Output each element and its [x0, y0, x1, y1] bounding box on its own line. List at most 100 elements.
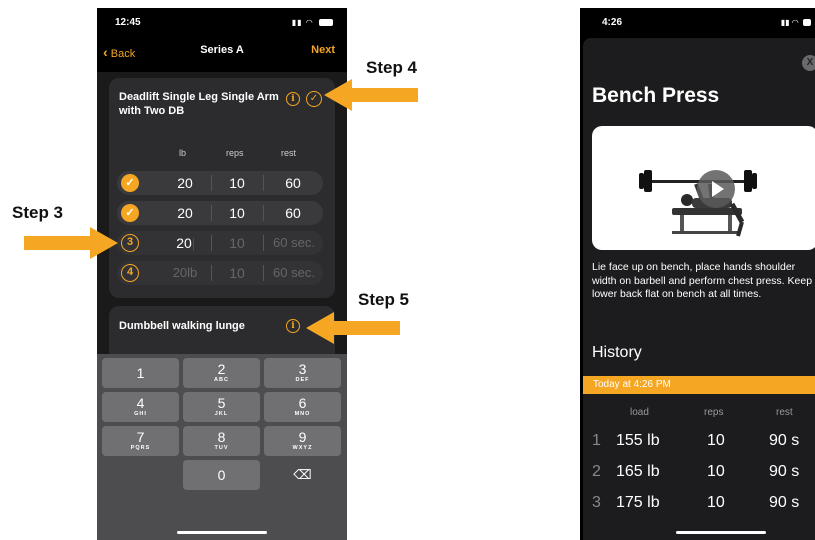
- divider: [211, 205, 212, 221]
- battery-icon: [803, 19, 811, 27]
- history-rest: 90 s: [769, 463, 800, 480]
- history-load: 175 lb: [616, 494, 660, 511]
- weight-value[interactable]: 20: [165, 175, 205, 191]
- set-number-badge[interactable]: 4: [121, 264, 139, 282]
- key-letters: TUV: [214, 445, 229, 451]
- key-9[interactable]: 9 WXYZ: [264, 426, 341, 456]
- rest-placeholder[interactable]: 60 sec.: [265, 235, 323, 250]
- history-date-label: Today at 4:26 PM: [593, 379, 671, 390]
- rest-value[interactable]: 60: [269, 175, 317, 191]
- step-3-arrow: [24, 227, 118, 259]
- key-3[interactable]: 3 DEF: [264, 358, 341, 388]
- complete-exercise-check-icon[interactable]: ✓: [306, 91, 322, 107]
- backspace-icon: ⌫: [293, 467, 312, 482]
- column-header-rest: rest: [281, 148, 297, 158]
- key-digit: 7: [136, 429, 145, 445]
- set-row-4[interactable]: 4 20lb 10 60 sec.: [117, 261, 323, 285]
- battery-icon: [319, 19, 333, 27]
- exercise-name: Deadlift Single Leg Single Arm with Two …: [119, 91, 279, 117]
- exercise-title: Bench Press: [592, 84, 720, 107]
- divider: [263, 265, 264, 281]
- set-complete-check-icon[interactable]: ✓: [121, 174, 139, 192]
- weight-placeholder[interactable]: 20lb: [161, 265, 209, 280]
- exercise-video-thumbnail[interactable]: [592, 126, 815, 250]
- play-icon: [712, 181, 724, 197]
- key-letters: DEF: [295, 377, 310, 383]
- exercise-card: Dumbbell walking lunge i: [109, 306, 335, 354]
- key-letters: GHI: [134, 411, 147, 417]
- key-7[interactable]: 7 PQRS: [102, 426, 179, 456]
- history-rest: 90 s: [769, 432, 800, 449]
- rest-value[interactable]: 60: [269, 205, 317, 221]
- key-0[interactable]: 0: [183, 460, 260, 490]
- column-header-load: load: [630, 407, 649, 418]
- key-digit: 9: [298, 429, 307, 445]
- exercise-name: Dumbbell walking lunge: [119, 320, 245, 332]
- history-set-number: 2: [592, 463, 601, 480]
- info-icon[interactable]: i: [286, 92, 300, 106]
- status-bar: 12:45 ▮▮ ◠: [97, 8, 347, 36]
- divider: [263, 175, 264, 191]
- set-number-badge[interactable]: 3: [121, 234, 139, 252]
- rest-placeholder[interactable]: 60 sec.: [265, 265, 323, 280]
- play-button[interactable]: [697, 170, 735, 208]
- set-row-3[interactable]: 3 20 10 60 sec.: [117, 231, 323, 255]
- key-digit: 5: [217, 395, 226, 411]
- step-4-arrow: [324, 79, 418, 111]
- divider: [211, 265, 212, 281]
- history-date-header: Today at 4:26 PM: [583, 376, 815, 394]
- reps-value[interactable]: 10: [217, 205, 257, 221]
- history-reps: 10: [707, 463, 725, 480]
- key-digit: 6: [298, 395, 307, 411]
- set-row-1[interactable]: ✓ 20 10 60: [117, 171, 323, 195]
- reps-placeholder[interactable]: 10: [217, 265, 257, 281]
- delete-key[interactable]: ⌫: [264, 460, 341, 490]
- page-title: Series A: [200, 44, 244, 56]
- divider: [211, 235, 212, 251]
- key-letters: MNO: [294, 411, 311, 417]
- key-4[interactable]: 4 GHI: [102, 392, 179, 422]
- key-5[interactable]: 5 JKL: [183, 392, 260, 422]
- left-phone-screen: 12:45 ▮▮ ◠ ‹ Back Series A Next Deadlift…: [97, 8, 347, 540]
- weight-value[interactable]: 20: [165, 205, 205, 221]
- status-icons: ▮▮ ◠: [292, 18, 333, 27]
- weight-input-active[interactable]: 20: [165, 235, 205, 251]
- key-letters: ABC: [214, 377, 229, 383]
- history-load: 165 lb: [616, 463, 660, 480]
- numeric-keypad: 1 2 ABC 3 DEF 4 GHI 5 JKL 6 MNO 7 PQRS 8 TUV 9W…: [97, 354, 347, 540]
- home-indicator: [676, 531, 766, 534]
- text-cursor: [192, 237, 194, 251]
- key-digit: 2: [217, 361, 226, 377]
- divider: [263, 205, 264, 221]
- key-6[interactable]: 6 MNO: [264, 392, 341, 422]
- column-header-rest: rest: [776, 407, 793, 418]
- set-row-2[interactable]: ✓ 20 10 60: [117, 201, 323, 225]
- info-icon[interactable]: i: [286, 319, 300, 333]
- history-set-number: 1: [592, 432, 601, 449]
- arrow-left-icon: [324, 79, 418, 111]
- weight-input-value[interactable]: 20: [176, 235, 192, 251]
- key-2[interactable]: 2 ABC: [183, 358, 260, 388]
- set-complete-check-icon[interactable]: ✓: [121, 204, 139, 222]
- step-5-arrow: [306, 312, 400, 344]
- key-8[interactable]: 8 TUV: [183, 426, 260, 456]
- reps-placeholder[interactable]: 10: [217, 235, 257, 251]
- close-button[interactable]: X: [802, 55, 815, 71]
- key-letters: WXYZ: [292, 445, 313, 451]
- key-1[interactable]: 1: [102, 358, 179, 388]
- arrow-left-icon: [306, 312, 400, 344]
- next-button[interactable]: Next: [311, 44, 335, 56]
- history-set-number: 3: [592, 494, 601, 511]
- key-letters: PQRS: [130, 445, 151, 451]
- right-phone-screen: 4:26 ▮▮ ◠ X Bench Press Lie face up on b…: [580, 8, 815, 540]
- history-reps: 10: [707, 432, 725, 449]
- column-header-weight: lb: [179, 148, 187, 158]
- key-digit: 8: [217, 429, 226, 445]
- divider: [263, 235, 264, 251]
- status-time: 12:45: [115, 17, 141, 28]
- history-heading: History: [592, 344, 642, 361]
- reps-value[interactable]: 10: [217, 175, 257, 191]
- history-reps: 10: [707, 494, 725, 511]
- divider: [211, 175, 212, 191]
- wifi-icon: ◠: [791, 18, 799, 27]
